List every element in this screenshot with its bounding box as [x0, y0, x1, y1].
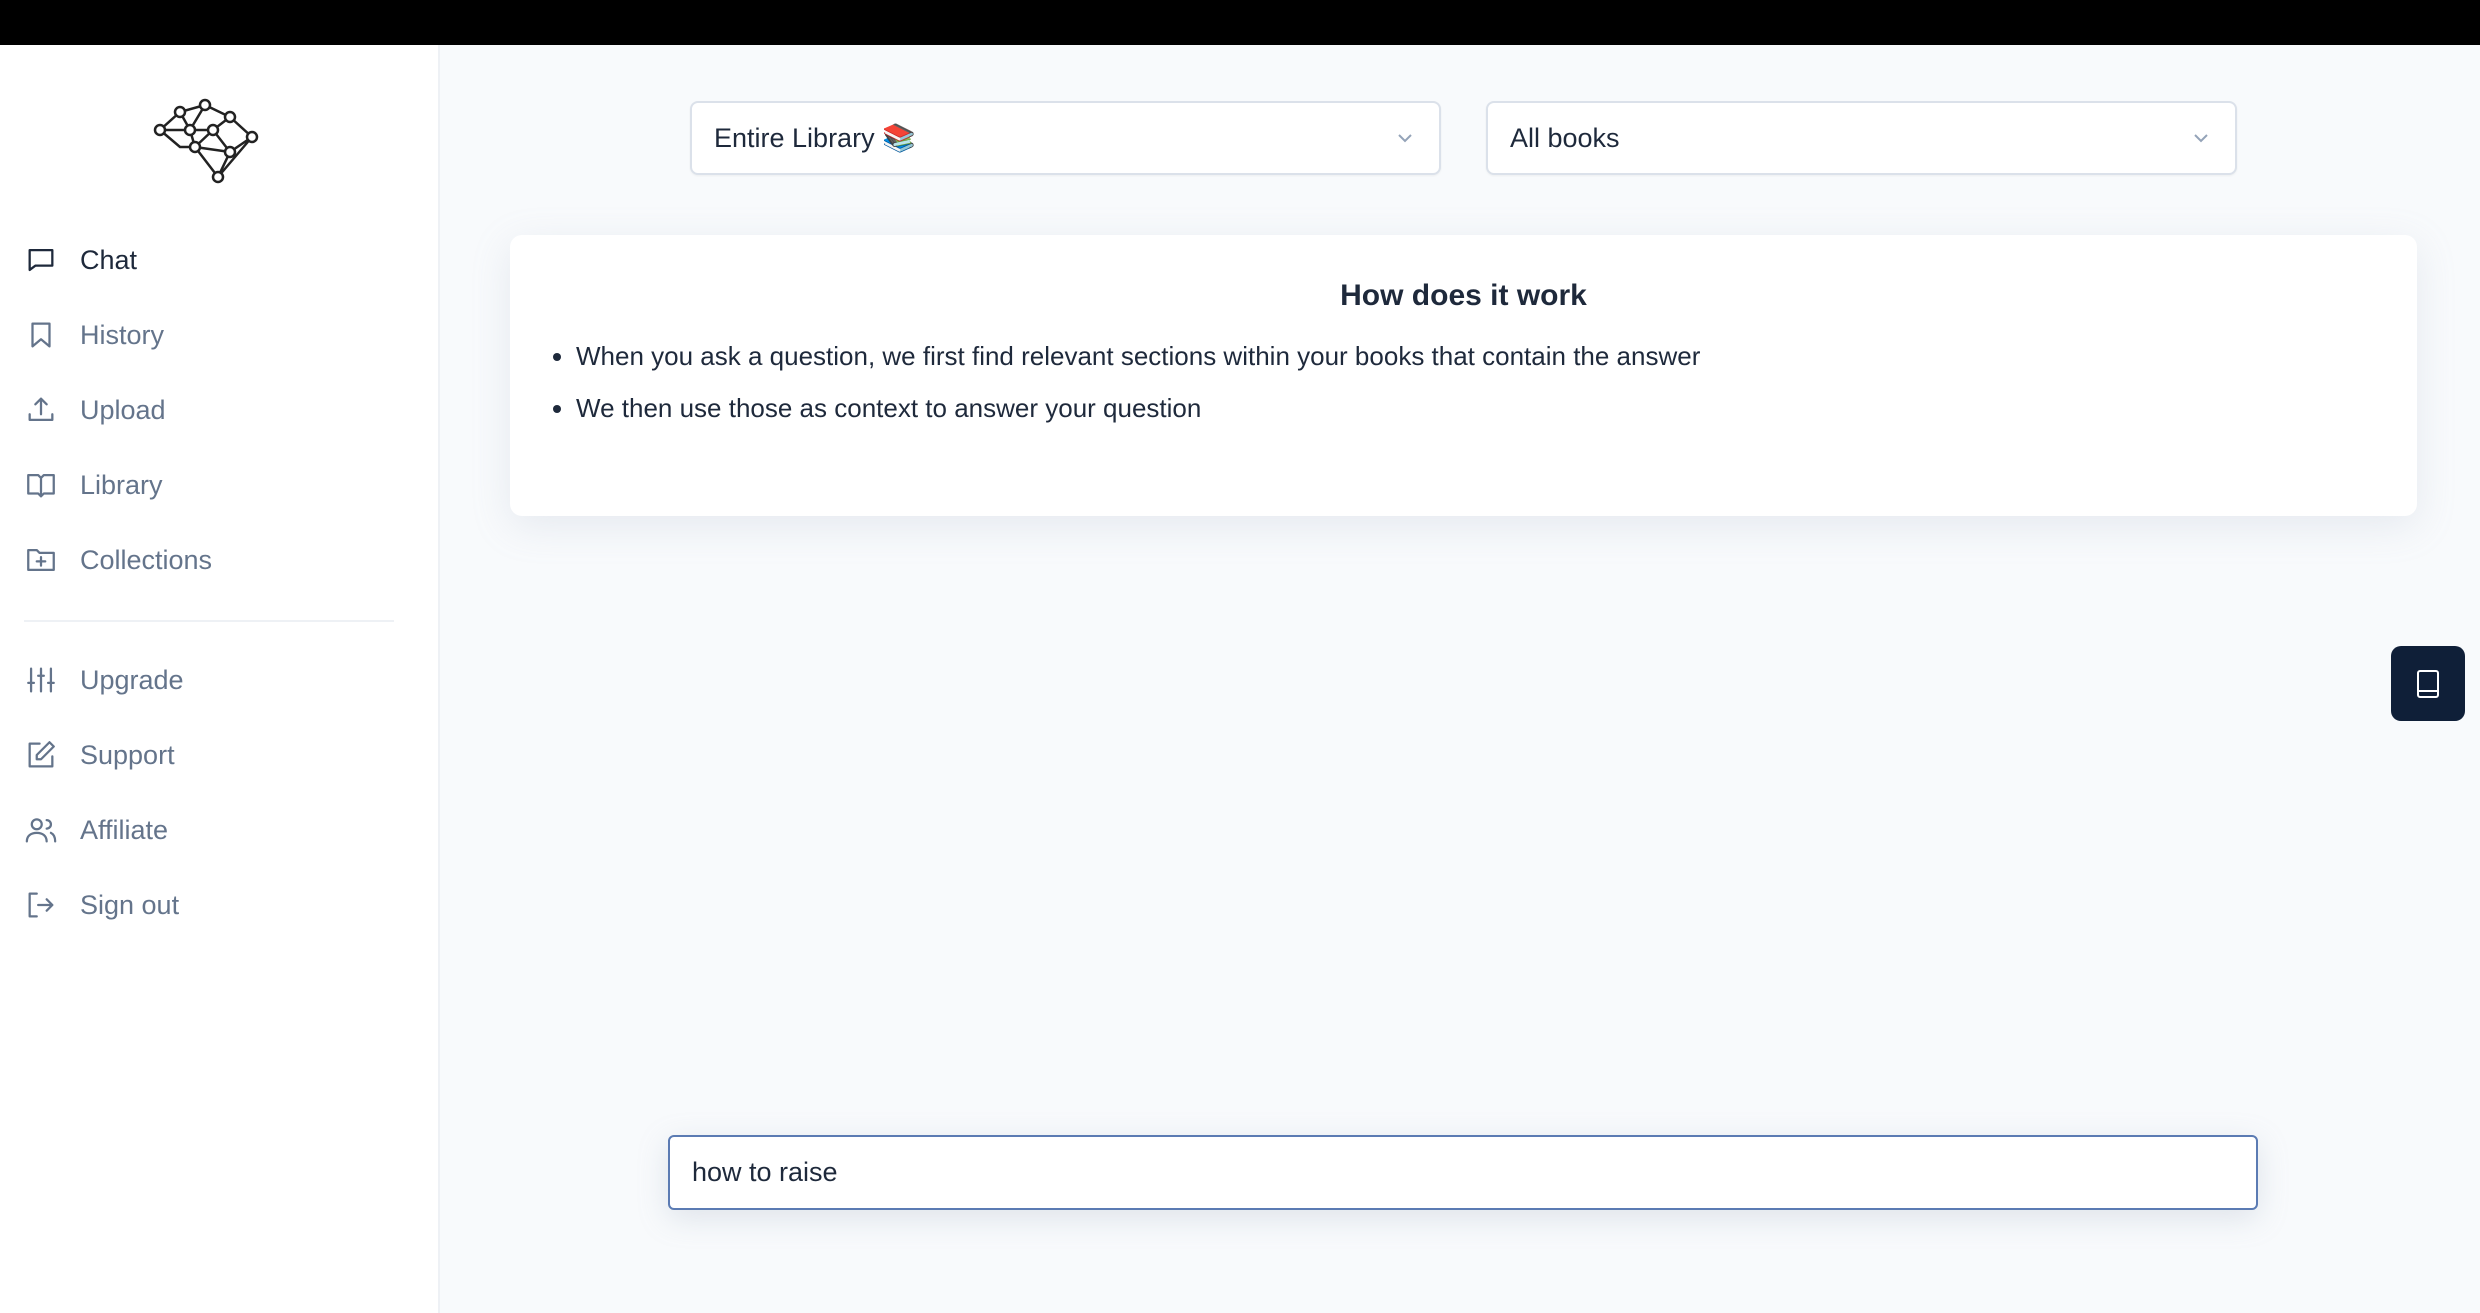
sidebar: Chat History Upload Library Collections …: [0, 45, 440, 1313]
card-title: How does it work: [1340, 279, 1587, 312]
sidebar-item-label: Library: [80, 469, 163, 500]
books-select[interactable]: All books: [1486, 101, 2237, 175]
chat-question-input[interactable]: [668, 1135, 2258, 1210]
folder-plus-icon: [27, 548, 55, 572]
brain-network-logo: [153, 98, 259, 184]
info-bullet: When you ask a question, we first find r…: [576, 341, 1700, 371]
sliders-icon: [27, 667, 55, 693]
info-list: When you ask a question, we first find r…: [576, 341, 1700, 445]
sidebar-item-sign-out[interactable]: Sign out: [24, 888, 179, 922]
sidebar-item-label: Support: [80, 739, 175, 770]
sidebar-item-label: Chat: [80, 244, 138, 275]
books-select-value: All books: [1510, 122, 1620, 153]
chevron-down-icon: [2194, 134, 2208, 143]
sidebar-item-library[interactable]: Library: [24, 468, 163, 502]
sidebar-item-label: History: [80, 319, 165, 350]
how-it-works-card: How does it work When you ask a question…: [510, 235, 2417, 516]
sidebar-item-collections[interactable]: Collections: [24, 543, 212, 577]
book-panel-toggle-button[interactable]: [2391, 646, 2465, 721]
info-bullet: We then use those as context to answer y…: [576, 393, 1700, 423]
bookmark-icon: [31, 322, 51, 348]
sidebar-item-label: Affiliate: [80, 814, 169, 845]
upload-icon: [28, 397, 54, 422]
sidebar-item-label: Upload: [80, 394, 166, 425]
sidebar-item-label: Collections: [80, 544, 213, 575]
sidebar-item-label: Sign out: [80, 889, 180, 920]
users-icon: [25, 818, 57, 843]
scope-select[interactable]: Entire Library 📚: [690, 101, 1441, 175]
sidebar-item-label: Upgrade: [80, 664, 184, 695]
book-open-icon: [27, 473, 55, 498]
sidebar-item-history[interactable]: History: [24, 318, 164, 352]
chevron-down-icon: [1398, 134, 1412, 143]
edit-icon: [28, 741, 55, 768]
top-bar: [0, 0, 2480, 45]
sign-out-icon: [28, 892, 54, 918]
sidebar-divider: [24, 620, 394, 622]
sidebar-item-upload[interactable]: Upload: [24, 393, 166, 427]
book-icon: [2417, 669, 2439, 698]
chat-bubble-icon: [28, 248, 54, 272]
scope-select-value: Entire Library 📚: [714, 123, 916, 153]
sidebar-item-upgrade[interactable]: Upgrade: [24, 663, 184, 697]
sidebar-item-chat[interactable]: Chat: [24, 243, 137, 277]
sidebar-item-affiliate[interactable]: Affiliate: [24, 813, 168, 847]
sidebar-item-support[interactable]: Support: [24, 738, 175, 772]
